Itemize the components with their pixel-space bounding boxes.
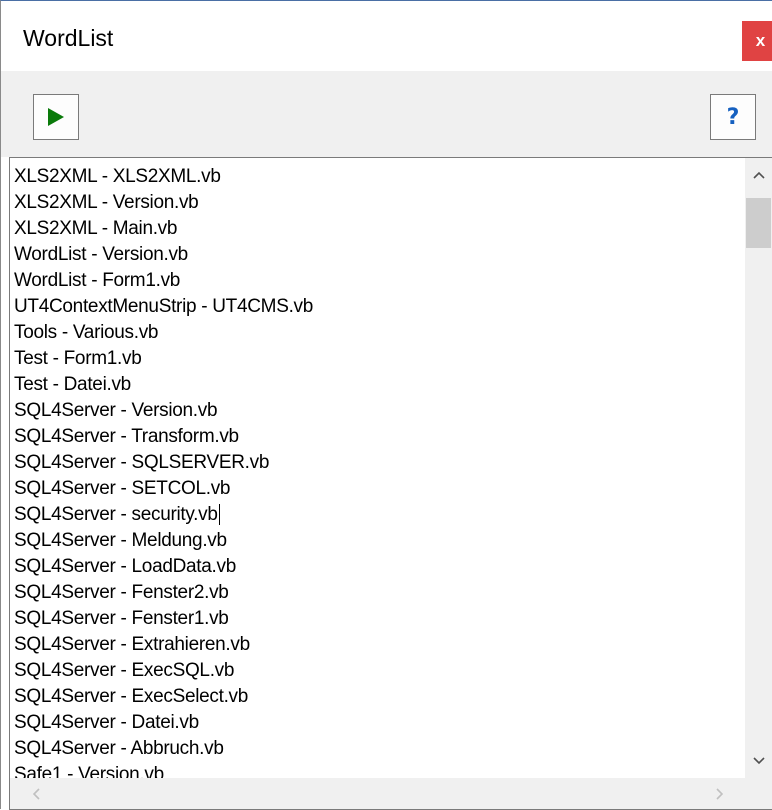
list-item[interactable]: WordList - Version.vb (14, 242, 744, 268)
list-item[interactable]: UT4ContextMenuStrip - UT4CMS.vb (14, 294, 744, 320)
list-item[interactable]: SQL4Server - LoadData.vb (14, 554, 744, 580)
list-item-label: SQL4Server - ExecSelect.vb (14, 686, 249, 707)
list-item-label: SQL4Server - Extrahieren.vb (14, 634, 250, 655)
title-bar[interactable]: WordList x (1, 1, 772, 71)
list-item-label: SQL4Server - Version.vb (14, 400, 218, 421)
list-item-label: Tools - Various.vb (14, 322, 159, 343)
list-item-label: SQL4Server - Datei.vb (14, 712, 199, 733)
list-item-label: SQL4Server - Transform.vb (14, 426, 239, 447)
help-button[interactable]: ? (710, 94, 756, 140)
play-icon (48, 108, 64, 126)
list-item-label: SQL4Server - ExecSQL.vb (14, 660, 235, 681)
list-item-label: Test - Datei.vb (14, 374, 131, 395)
toolbar: ? (1, 71, 772, 157)
list-item-label: XLS2XML - Version.vb (14, 192, 199, 213)
scroll-up-arrow[interactable] (745, 160, 772, 190)
run-button[interactable] (33, 94, 79, 140)
list-item-label: SQL4Server - Fenster2.vb (14, 582, 229, 603)
help-icon: ? (726, 104, 740, 130)
list-item-label: SQL4Server - Meldung.vb (14, 530, 227, 551)
window-title: WordList (23, 25, 114, 51)
list-item-label: SQL4Server - SETCOL.vb (14, 478, 231, 499)
horizontal-scrollbar[interactable] (10, 778, 745, 809)
list-item-label: XLS2XML - Main.vb (14, 218, 178, 239)
scroll-down-arrow[interactable] (745, 746, 772, 776)
list-item[interactable]: SQL4Server - Extrahieren.vb (14, 632, 744, 658)
list-item[interactable]: SQL4Server - SETCOL.vb (14, 476, 744, 502)
list-item-label: SQL4Server - LoadData.vb (14, 556, 236, 577)
list-item-label: WordList - Version.vb (14, 244, 188, 265)
list-item[interactable]: SQL4Server - Abbruch.vb (14, 736, 744, 762)
vertical-scrollbar[interactable] (745, 158, 772, 778)
list-item-label: SQL4Server - Abbruch.vb (14, 738, 224, 759)
list-item-label: SQL4Server - Fenster1.vb (14, 608, 229, 629)
list-item[interactable]: SQL4Server - Transform.vb (14, 424, 744, 450)
list-item[interactable]: XLS2XML - Version.vb (14, 190, 744, 216)
chevron-down-icon (752, 757, 765, 765)
scroll-left-arrow[interactable] (22, 779, 49, 809)
chevron-up-icon (752, 171, 765, 179)
wordlist-window: WordList x ? XLS2XML - XLS2XML.vb XLS2XML… (0, 0, 772, 810)
list-items: XLS2XML - XLS2XML.vb XLS2XML - Version.vb… (14, 164, 744, 778)
list-item[interactable]: XLS2XML - XLS2XML.vb (14, 164, 744, 190)
chevron-right-icon (715, 788, 723, 800)
list-item[interactable]: SQL4Server - Datei.vb (14, 710, 744, 736)
list-item-label: Test - Form1.vb (14, 348, 142, 369)
list-item[interactable]: Safe1 - Version.vb (14, 762, 744, 778)
list-item[interactable]: Test - Form1.vb (14, 346, 744, 372)
list-item[interactable]: Tools - Various.vb (14, 320, 744, 346)
list-item-label: XLS2XML - XLS2XML.vb (14, 166, 221, 187)
chevron-left-icon (32, 788, 40, 800)
list-item[interactable]: SQL4Server - Version.vb (14, 398, 744, 424)
list-item-label: Safe1 - Version.vb (14, 764, 164, 778)
file-listbox[interactable]: XLS2XML - XLS2XML.vb XLS2XML - Version.vb… (9, 157, 772, 810)
close-icon: x (755, 31, 766, 50)
list-item[interactable]: SQL4Server - Meldung.vb (14, 528, 744, 554)
list-item-label: UT4ContextMenuStrip - UT4CMS.vb (14, 296, 314, 317)
scroll-right-arrow[interactable] (706, 779, 733, 809)
scrollbar-corner (745, 778, 772, 809)
list-item[interactable]: SQL4Server - security.vb (14, 502, 744, 528)
close-button[interactable]: x (742, 21, 772, 61)
list-item-label: WordList - Form1.vb (14, 270, 181, 291)
list-item[interactable]: SQL4Server - SQLSERVER.vb (14, 450, 744, 476)
text-caret (218, 504, 220, 526)
list-item[interactable]: SQL4Server - Fenster2.vb (14, 580, 744, 606)
list-item[interactable]: SQL4Server - Fenster1.vb (14, 606, 744, 632)
list-item[interactable]: SQL4Server - ExecSelect.vb (14, 684, 744, 710)
list-item-label: SQL4Server - SQLSERVER.vb (14, 452, 270, 473)
list-item[interactable]: Test - Datei.vb (14, 372, 744, 398)
list-item-label: SQL4Server - security.vb (14, 504, 218, 525)
list-item[interactable]: SQL4Server - ExecSQL.vb (14, 658, 744, 684)
list-item[interactable]: XLS2XML - Main.vb (14, 216, 744, 242)
vertical-scroll-thumb[interactable] (746, 198, 771, 248)
list-item[interactable]: WordList - Form1.vb (14, 268, 744, 294)
